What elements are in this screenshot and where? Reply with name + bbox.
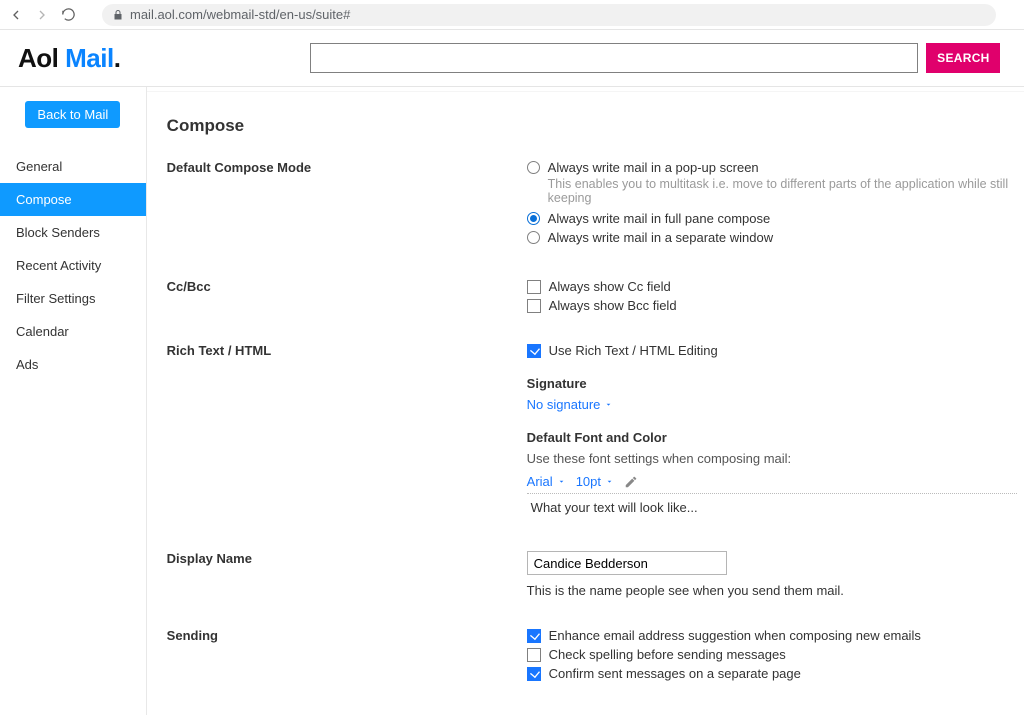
checkbox-confirm-sent-label: Confirm sent messages on a separate page (549, 666, 801, 681)
display-name-help: This is the name people see when you sen… (527, 583, 1024, 598)
default-font-heading: Default Font and Color (527, 430, 1024, 445)
forward-icon[interactable] (34, 7, 50, 23)
url-text: mail.aol.com/webmail-std/en-us/suite# (130, 7, 350, 22)
signature-value: No signature (527, 397, 601, 412)
radio-popup-help: This enables you to multitask i.e. move … (548, 177, 1024, 205)
radio-full-pane-label: Always write mail in full pane compose (548, 211, 771, 226)
setting-default-compose-mode: Default Compose Mode Always write mail i… (167, 160, 1024, 249)
default-font-help: Use these font settings when composing m… (527, 451, 1024, 466)
signature-heading: Signature (527, 376, 1024, 391)
sidebar-item-recent-activity[interactable]: Recent Activity (0, 249, 146, 282)
lock-icon (112, 9, 124, 21)
label-rich-text: Rich Text / HTML (167, 343, 527, 521)
url-bar[interactable]: mail.aol.com/webmail-std/en-us/suite# (102, 4, 996, 26)
label-sending: Sending (167, 628, 527, 685)
checkbox-show-bcc[interactable] (527, 299, 541, 313)
radio-popup-label: Always write mail in a pop-up screen (548, 160, 1024, 175)
label-display-name: Display Name (167, 551, 527, 598)
font-preview: What your text will look like... (527, 493, 1017, 521)
checkbox-show-cc[interactable] (527, 280, 541, 294)
label-default-compose-mode: Default Compose Mode (167, 160, 527, 249)
setting-sending: Sending Enhance email address suggestion… (167, 628, 1024, 685)
radio-popup[interactable] (527, 161, 540, 174)
sidebar-item-ads[interactable]: Ads (0, 348, 146, 381)
checkbox-use-rich-text[interactable] (527, 344, 541, 358)
browser-chrome: mail.aol.com/webmail-std/en-us/suite# (0, 0, 1024, 30)
font-size-dropdown[interactable]: 10pt (576, 474, 614, 489)
setting-rich-text: Rich Text / HTML Use Rich Text / HTML Ed… (167, 343, 1024, 521)
radio-separate-window-label: Always write mail in a separate window (548, 230, 773, 245)
chevron-down-icon (605, 477, 614, 486)
setting-display-name: Display Name This is the name people see… (167, 551, 1024, 598)
checkbox-enhance-suggestion-label: Enhance email address suggestion when co… (549, 628, 921, 643)
label-cc-bcc: Cc/Bcc (167, 279, 527, 317)
reload-icon[interactable] (60, 7, 76, 23)
content-area: Back to Mail General Compose Block Sende… (0, 86, 1024, 715)
checkbox-enhance-suggestion[interactable] (527, 629, 541, 643)
sidebar-item-filter-settings[interactable]: Filter Settings (0, 282, 146, 315)
sidebar-item-compose[interactable]: Compose (0, 183, 146, 216)
display-name-input[interactable] (527, 551, 727, 575)
back-to-mail-button[interactable]: Back to Mail (25, 101, 120, 128)
search-input[interactable] (310, 43, 918, 73)
settings-sidebar: Back to Mail General Compose Block Sende… (0, 87, 147, 715)
app-header: Aol Mail. SEARCH (0, 30, 1024, 86)
pencil-icon[interactable] (624, 475, 638, 489)
radio-separate-window[interactable] (527, 231, 540, 244)
chevron-down-icon (604, 400, 613, 409)
checkbox-spell-check-label: Check spelling before sending messages (549, 647, 786, 662)
chevron-down-icon (557, 477, 566, 486)
search-button[interactable]: SEARCH (926, 43, 1000, 73)
checkbox-show-cc-label: Always show Cc field (549, 279, 671, 294)
font-size-value: 10pt (576, 474, 601, 489)
font-name-value: Arial (527, 474, 553, 489)
aol-mail-logo[interactable]: Aol Mail. (16, 43, 120, 74)
checkbox-show-bcc-label: Always show Bcc field (549, 298, 677, 313)
radio-full-pane[interactable] (527, 212, 540, 225)
checkbox-confirm-sent[interactable] (527, 667, 541, 681)
settings-panel: Compose Default Compose Mode Always writ… (147, 91, 1024, 715)
sidebar-item-calendar[interactable]: Calendar (0, 315, 146, 348)
font-name-dropdown[interactable]: Arial (527, 474, 566, 489)
sidebar-item-block-senders[interactable]: Block Senders (0, 216, 146, 249)
back-icon[interactable] (8, 7, 24, 23)
page-title: Compose (167, 116, 1024, 136)
checkbox-spell-check[interactable] (527, 648, 541, 662)
search-area: SEARCH (310, 43, 1000, 73)
checkbox-use-rich-text-label: Use Rich Text / HTML Editing (549, 343, 718, 358)
signature-dropdown[interactable]: No signature (527, 397, 614, 412)
setting-cc-bcc: Cc/Bcc Always show Cc field Always show … (167, 279, 1024, 317)
sidebar-item-general[interactable]: General (0, 150, 146, 183)
